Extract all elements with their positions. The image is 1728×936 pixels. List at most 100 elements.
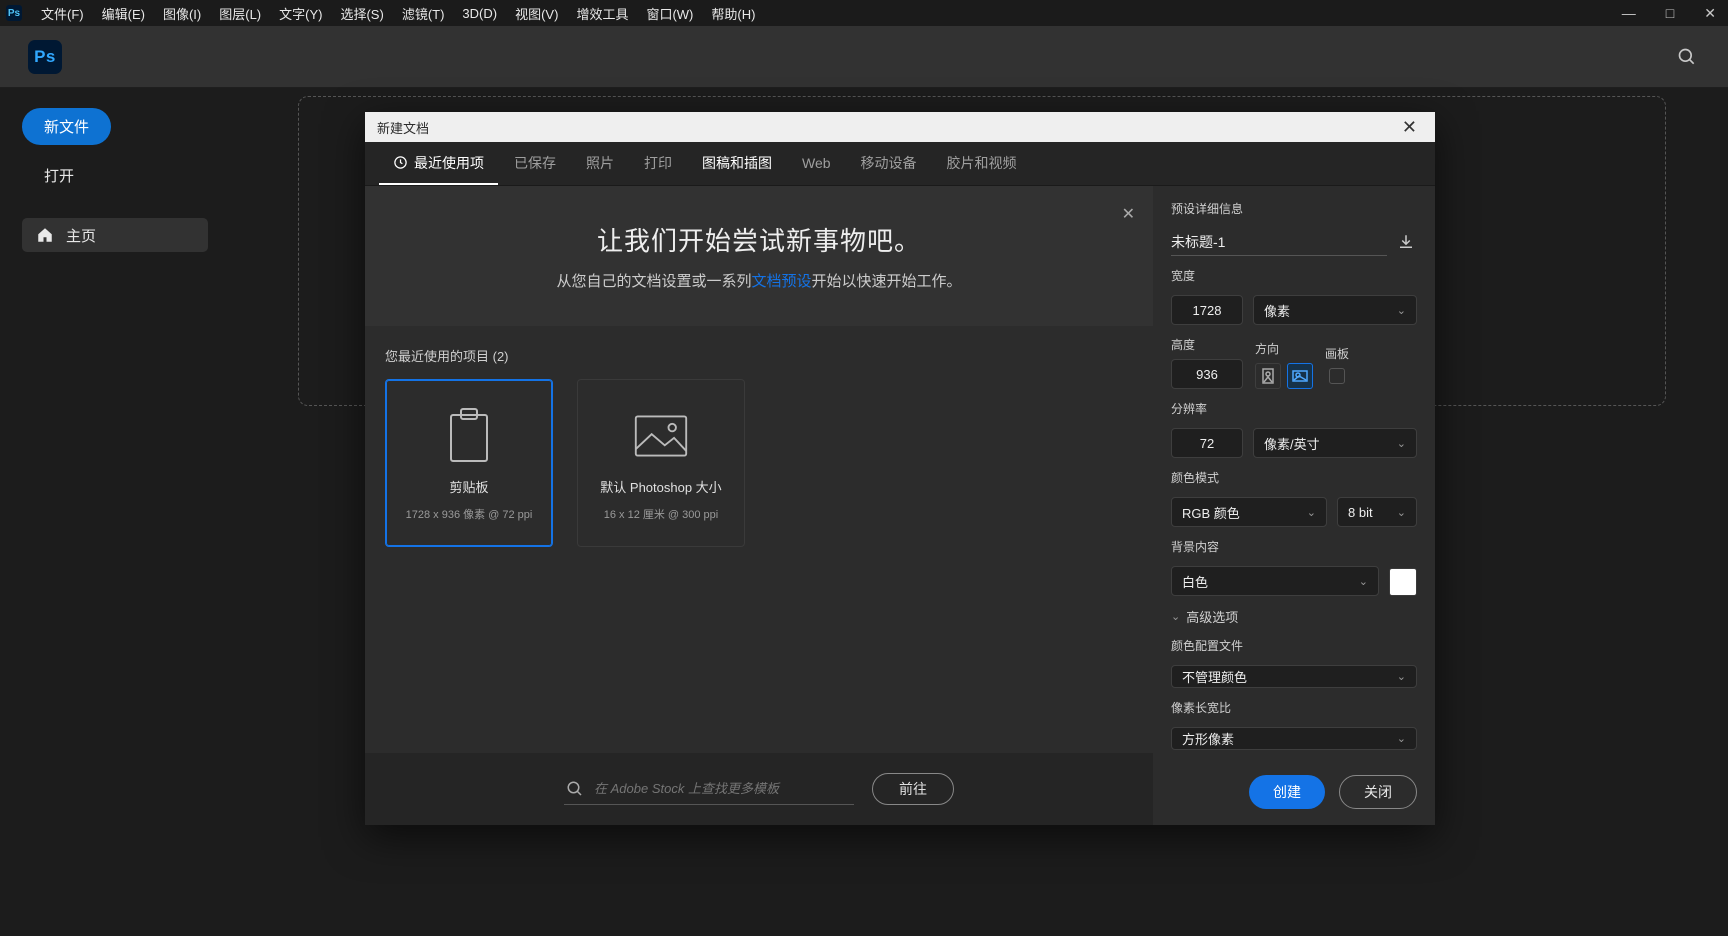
menu-window[interactable]: 窗口(W) — [637, 0, 702, 26]
recent-items-label: 您最近使用的项目 (2) — [365, 326, 1153, 379]
artboard-checkbox[interactable] — [1329, 368, 1345, 384]
stock-search: 前往 — [564, 773, 954, 805]
menu-type[interactable]: 文字(Y) — [270, 0, 331, 26]
clock-icon — [393, 155, 408, 170]
chevron-down-icon: ⌄ — [1359, 575, 1368, 588]
menu-file[interactable]: 文件(F) — [32, 0, 93, 26]
tab-saved[interactable]: 已保存 — [500, 142, 570, 185]
select-value: RGB 颜色 — [1182, 503, 1240, 522]
close-button[interactable]: 关闭 — [1339, 775, 1417, 809]
tab-film[interactable]: 胶片和视频 — [933, 142, 1031, 185]
menu-plugins[interactable]: 增效工具 — [567, 0, 637, 26]
color-profile-select[interactable]: 不管理颜色 ⌄ — [1171, 665, 1417, 688]
height-input[interactable] — [1171, 359, 1243, 389]
color-profile-label: 颜色配置文件 — [1171, 637, 1417, 654]
minimize-icon[interactable]: — — [1614, 1, 1644, 25]
tab-mobile[interactable]: 移动设备 — [847, 142, 931, 185]
doc-name-input[interactable] — [1171, 228, 1387, 256]
welcome-banner: ✕ 让我们开始尝试新事物吧。 从您自己的文档设置或一系列文档预设开始以快速开始工… — [365, 186, 1153, 326]
menu-view[interactable]: 视图(V) — [506, 0, 567, 26]
dialog-left-panel: ✕ 让我们开始尝试新事物吧。 从您自己的文档设置或一系列文档预设开始以快速开始工… — [365, 186, 1153, 825]
dialog-actions: 创建 关闭 — [1171, 761, 1417, 809]
clipboard-icon — [441, 405, 497, 467]
save-preset-button[interactable] — [1395, 231, 1417, 253]
width-input[interactable] — [1171, 295, 1243, 325]
pixel-aspect-select[interactable]: 方形像素 ⌄ — [1171, 727, 1417, 750]
stock-go-button[interactable]: 前往 — [872, 773, 954, 805]
bit-depth-select[interactable]: 8 bit ⌄ — [1337, 497, 1417, 527]
dialog-tabs: 最近使用项 已保存 照片 打印 图稿和插图 Web 移动设备 胶片和视频 — [365, 142, 1435, 186]
menu-image[interactable]: 图像(I) — [154, 0, 210, 26]
tab-recent[interactable]: 最近使用项 — [379, 142, 498, 185]
chevron-down-icon: ⌄ — [1397, 304, 1406, 317]
tab-web[interactable]: Web — [788, 142, 845, 185]
home-sidebar: 新文件 打开 主页 — [0, 88, 230, 936]
window-controls: — □ ✕ — [1614, 0, 1724, 26]
menu-filter[interactable]: 滤镜(T) — [393, 0, 454, 26]
advanced-label: 高级选项 — [1186, 607, 1238, 626]
chevron-down-icon: ⌄ — [1397, 506, 1406, 519]
orientation-portrait[interactable] — [1255, 363, 1281, 389]
width-label: 宽度 — [1171, 267, 1417, 284]
stock-search-input[interactable] — [564, 773, 854, 805]
sidebar-item-home[interactable]: 主页 — [22, 218, 208, 252]
details-header: 预设详细信息 — [1171, 200, 1417, 217]
preset-subtitle: 1728 x 936 像素 @ 72 ppi — [406, 506, 533, 522]
menu-3d[interactable]: 3D(D) — [453, 0, 506, 26]
select-value: 像素/英寸 — [1264, 434, 1320, 453]
menu-layer[interactable]: 图层(L) — [210, 0, 270, 26]
resolution-input[interactable] — [1171, 428, 1243, 458]
open-button[interactable]: 打开 — [22, 159, 208, 192]
preset-details-panel: 预设详细信息 宽度 像素 ⌄ 高度 — [1153, 186, 1435, 825]
preset-clipboard[interactable]: 剪贴板 1728 x 936 像素 @ 72 ppi — [385, 379, 553, 547]
artboard-label: 画板 — [1325, 345, 1349, 362]
dialog-close-button[interactable]: ✕ — [1396, 116, 1423, 138]
select-value: 方形像素 — [1182, 729, 1234, 748]
home-icon — [36, 226, 54, 244]
advanced-toggle[interactable]: ⌄ 高级选项 — [1171, 607, 1417, 626]
chevron-down-icon: ⌄ — [1397, 670, 1406, 683]
color-mode-label: 颜色模式 — [1171, 469, 1417, 486]
color-mode-select[interactable]: RGB 颜色 ⌄ — [1171, 497, 1327, 527]
tab-art[interactable]: 图稿和插图 — [688, 142, 786, 185]
download-icon — [1397, 233, 1415, 251]
portrait-icon — [1262, 368, 1274, 384]
width-unit-select[interactable]: 像素 ⌄ — [1253, 295, 1417, 325]
dialog-body: ✕ 让我们开始尝试新事物吧。 从您自己的文档设置或一系列文档预设开始以快速开始工… — [365, 186, 1435, 825]
dialog-title: 新建文档 — [377, 118, 429, 137]
doc-presets-link[interactable]: 文档预设 — [751, 273, 811, 290]
create-button[interactable]: 创建 — [1249, 775, 1325, 809]
new-file-button[interactable]: 新文件 — [22, 108, 111, 145]
preset-default-ps[interactable]: 默认 Photoshop 大小 16 x 12 厘米 @ 300 ppi — [577, 379, 745, 547]
menu-select[interactable]: 选择(S) — [331, 0, 392, 26]
menubar: Ps 文件(F) 编辑(E) 图像(I) 图层(L) 文字(Y) 选择(S) 滤… — [0, 0, 1728, 26]
landscape-icon — [1292, 370, 1308, 382]
menu-help[interactable]: 帮助(H) — [702, 0, 764, 26]
preset-title: 默认 Photoshop 大小 — [600, 477, 721, 496]
close-window-icon[interactable]: ✕ — [1696, 1, 1724, 26]
bg-label: 背景内容 — [1171, 538, 1417, 555]
maximize-icon[interactable]: □ — [1658, 1, 1682, 25]
app-bar: Ps — [0, 26, 1728, 88]
sidebar-item-label: 主页 — [66, 225, 96, 246]
banner-text-before: 从您自己的文档设置或一系列 — [556, 273, 751, 290]
resolution-unit-select[interactable]: 像素/英寸 ⌄ — [1253, 428, 1417, 458]
bg-color-swatch[interactable] — [1389, 568, 1417, 596]
select-value: 像素 — [1264, 301, 1290, 320]
bg-content-select[interactable]: 白色 ⌄ — [1171, 566, 1379, 596]
pixel-aspect-label: 像素长宽比 — [1171, 699, 1417, 716]
menu-edit[interactable]: 编辑(E) — [93, 0, 154, 26]
tab-photo[interactable]: 照片 — [572, 142, 628, 185]
search-button[interactable] — [1674, 44, 1700, 70]
resolution-label: 分辨率 — [1171, 400, 1417, 417]
banner-close-button[interactable]: ✕ — [1118, 200, 1139, 228]
banner-title: 让我们开始尝试新事物吧。 — [597, 221, 921, 258]
chevron-down-icon: ⌄ — [1171, 610, 1180, 623]
preset-list: 剪贴板 1728 x 936 像素 @ 72 ppi 默认 Photoshop … — [365, 379, 1153, 547]
select-value: 白色 — [1182, 572, 1208, 591]
new-document-dialog: 新建文档 ✕ 最近使用项 已保存 照片 打印 图稿和插图 Web 移动设备 胶片… — [365, 112, 1435, 825]
orientation-landscape[interactable] — [1287, 363, 1313, 389]
tab-print[interactable]: 打印 — [630, 142, 686, 185]
tab-label: 最近使用项 — [414, 153, 484, 173]
chevron-down-icon: ⌄ — [1397, 732, 1406, 745]
